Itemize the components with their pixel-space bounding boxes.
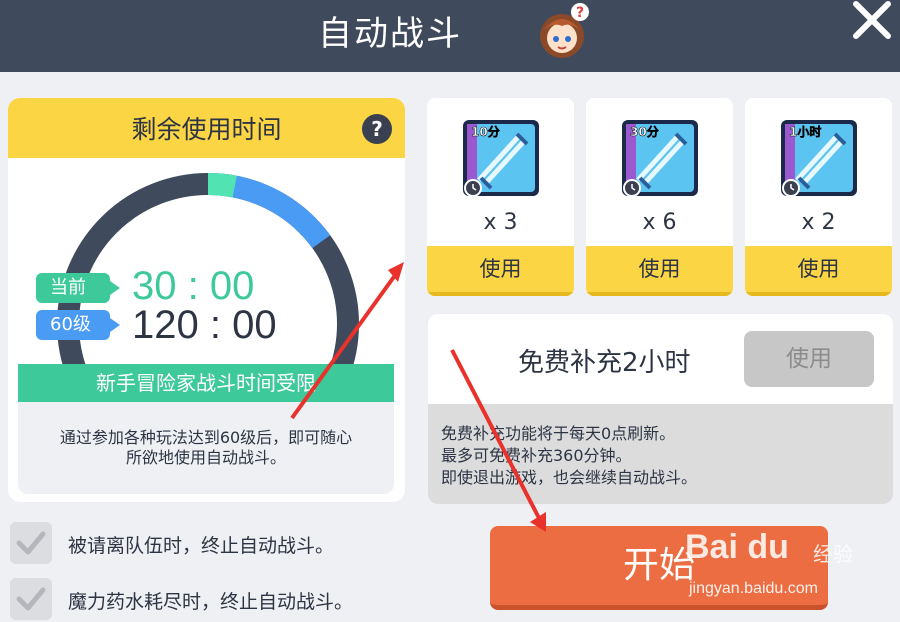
watermark-sub: 经验: [813, 542, 853, 566]
free-refill-desc-line: 最多可免费补充360分钟。: [441, 446, 632, 465]
item-card-30min: 30分 x 6 使用: [586, 98, 733, 296]
free-refill-panel: 免费补充2小时 使用 免费补充功能将于每天0点刷新。 最多可免费补充360分钟。…: [428, 314, 893, 504]
option-label-potion-empty: 魔力药水耗尽时，终止自动战斗。: [68, 591, 354, 613]
free-refill-desc-line: 即使退出游戏，也会继续自动战斗。: [441, 468, 698, 487]
use-button-1hour[interactable]: 使用: [745, 246, 892, 296]
level-label: 60级: [36, 310, 120, 340]
remaining-time-panel: 剩余使用时间 ? 当前 60级 30 : 00 120 : 00 新手冒险家战斗…: [8, 98, 405, 502]
free-refill-use-button[interactable]: 使用: [744, 331, 874, 387]
option-checkbox-potion-empty[interactable]: [10, 578, 52, 620]
help-icon[interactable]: ?: [362, 114, 392, 144]
item-count: x 2: [801, 210, 836, 235]
remaining-time-header: 剩余使用时间 ?: [8, 98, 405, 158]
item-count: x 6: [642, 210, 677, 235]
option-checkbox-leave-team[interactable]: [10, 522, 52, 564]
limit-description: 通过参加各种玩法达到60级后，即可随心 所欲地使用自动战斗。: [18, 428, 394, 468]
svg-text:?: ?: [576, 5, 584, 21]
option-label-leave-team: 被请离队伍时，终止自动战斗。: [68, 535, 335, 557]
time-limit-value: 120 : 00: [132, 303, 277, 347]
sword-ticket-icon: 1小时: [781, 120, 857, 197]
free-refill-description: 免费补充功能将于每天0点刷新。 最多可免费补充360分钟。 即使退出游戏，也会继…: [428, 404, 893, 504]
gauge-start-marker: [207, 173, 237, 198]
watermark-brand: Bai du: [685, 528, 789, 566]
free-refill-desc-line: 免费补充功能将于每天0点刷新。: [441, 424, 676, 443]
dialog-title: 自动战斗: [318, 14, 462, 54]
limit-description-line: 所欲地使用自动战斗。: [125, 448, 286, 467]
svg-text:10分: 10分: [471, 124, 500, 139]
close-icon[interactable]: [848, 0, 898, 44]
item-card-1hour: 1小时 x 2 使用: [745, 98, 892, 296]
limit-description-box: 通过参加各种玩法达到60级后，即可随心 所欲地使用自动战斗。: [18, 402, 394, 494]
use-button-10min[interactable]: 使用: [427, 246, 574, 296]
free-refill-title: 免费补充2小时: [518, 348, 691, 378]
use-button-30min[interactable]: 使用: [586, 246, 733, 296]
sword-ticket-icon: 10分: [463, 120, 539, 197]
limit-banner: 新手冒险家战斗时间受限: [18, 364, 394, 402]
limit-description-line: 通过参加各种玩法达到60级后，即可随心: [59, 428, 353, 447]
remaining-time-title: 剩余使用时间: [131, 115, 282, 144]
item-count: x 3: [483, 210, 518, 235]
item-card-10min: 10分 x 3 使用: [427, 98, 574, 296]
sword-ticket-icon: 30分: [622, 120, 698, 197]
character-avatar-icon: ?: [540, 3, 589, 58]
svg-text:30分: 30分: [630, 124, 659, 139]
current-label: 当前: [36, 273, 120, 303]
svg-text:1小时: 1小时: [789, 124, 821, 139]
dialog-header: 自动战斗 ?: [0, 0, 900, 72]
baidu-watermark: Bai du 经验 jingyan.baidu.com: [685, 524, 860, 604]
watermark-url: jingyan.baidu.com: [689, 580, 818, 597]
